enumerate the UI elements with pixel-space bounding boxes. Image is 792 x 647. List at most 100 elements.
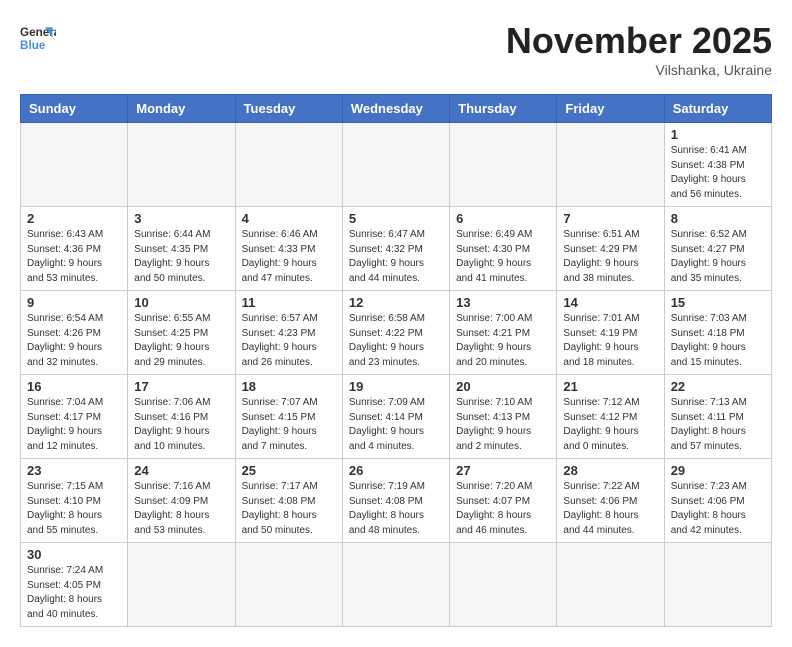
- calendar-cell: 12 Sunrise: 6:58 AM Sunset: 4:22 PM Dayli…: [342, 291, 449, 375]
- day-number: 25: [242, 463, 336, 478]
- calendar-week-row: 2 Sunrise: 6:43 AM Sunset: 4:36 PM Daylig…: [21, 207, 772, 291]
- calendar-cell: 11 Sunrise: 6:57 AM Sunset: 4:23 PM Dayli…: [235, 291, 342, 375]
- day-info: Sunrise: 7:09 AM Sunset: 4:14 PM Dayligh…: [349, 396, 443, 454]
- logo-icon: General Blue: [20, 20, 56, 56]
- calendar-cell: [235, 543, 342, 627]
- day-number: 19: [349, 379, 443, 394]
- calendar-cell: 5 Sunrise: 6:47 AM Sunset: 4:32 PM Daylig…: [342, 207, 449, 291]
- day-info: Sunrise: 7:00 AM Sunset: 4:21 PM Dayligh…: [456, 312, 550, 370]
- calendar-cell: 18 Sunrise: 7:07 AM Sunset: 4:15 PM Dayli…: [235, 375, 342, 459]
- day-of-week-header: Thursday: [450, 95, 557, 123]
- page-header: General Blue November 2025 Vilshanka, Uk…: [20, 20, 772, 78]
- day-number: 15: [671, 295, 765, 310]
- calendar-cell: 9Sunrise: 6:54 AM Sunset: 4:26 PM Daylig…: [21, 291, 128, 375]
- calendar-week-row: 9Sunrise: 6:54 AM Sunset: 4:26 PM Daylig…: [21, 291, 772, 375]
- day-of-week-header: Saturday: [664, 95, 771, 123]
- day-info: Sunrise: 7:01 AM Sunset: 4:19 PM Dayligh…: [563, 312, 657, 370]
- day-number: 26: [349, 463, 443, 478]
- day-of-week-header: Sunday: [21, 95, 128, 123]
- day-info: Sunrise: 6:55 AM Sunset: 4:25 PM Dayligh…: [134, 312, 228, 370]
- day-info: Sunrise: 7:03 AM Sunset: 4:18 PM Dayligh…: [671, 312, 765, 370]
- day-info: Sunrise: 7:19 AM Sunset: 4:08 PM Dayligh…: [349, 480, 443, 538]
- day-info: Sunrise: 7:07 AM Sunset: 4:15 PM Dayligh…: [242, 396, 336, 454]
- day-info: Sunrise: 6:49 AM Sunset: 4:30 PM Dayligh…: [456, 228, 550, 286]
- day-number: 4: [242, 211, 336, 226]
- day-info: Sunrise: 6:51 AM Sunset: 4:29 PM Dayligh…: [563, 228, 657, 286]
- calendar-cell: 4 Sunrise: 6:46 AM Sunset: 4:33 PM Daylig…: [235, 207, 342, 291]
- calendar-cell: [342, 123, 449, 207]
- calendar-cell: 22 Sunrise: 7:13 AM Sunset: 4:11 PM Dayli…: [664, 375, 771, 459]
- day-info: Sunrise: 7:20 AM Sunset: 4:07 PM Dayligh…: [456, 480, 550, 538]
- day-info: Sunrise: 6:58 AM Sunset: 4:22 PM Dayligh…: [349, 312, 443, 370]
- day-number: 6: [456, 211, 550, 226]
- calendar-cell: 6 Sunrise: 6:49 AM Sunset: 4:30 PM Daylig…: [450, 207, 557, 291]
- day-of-week-header: Friday: [557, 95, 664, 123]
- calendar-cell: 23 Sunrise: 7:15 AM Sunset: 4:10 PM Dayli…: [21, 459, 128, 543]
- month-title: November 2025: [506, 20, 772, 62]
- day-info: Sunrise: 6:57 AM Sunset: 4:23 PM Dayligh…: [242, 312, 336, 370]
- calendar-cell: [128, 543, 235, 627]
- calendar-cell: 24 Sunrise: 7:16 AM Sunset: 4:09 PM Dayli…: [128, 459, 235, 543]
- calendar-table: SundayMondayTuesdayWednesdayThursdayFrid…: [20, 94, 772, 627]
- calendar-cell: 19 Sunrise: 7:09 AM Sunset: 4:14 PM Dayli…: [342, 375, 449, 459]
- day-number: 20: [456, 379, 550, 394]
- day-number: 3: [134, 211, 228, 226]
- calendar-cell: 27Sunrise: 7:20 AM Sunset: 4:07 PM Dayli…: [450, 459, 557, 543]
- calendar-cell: [342, 543, 449, 627]
- day-number: 9: [27, 295, 121, 310]
- calendar-cell: 14Sunrise: 7:01 AM Sunset: 4:19 PM Dayli…: [557, 291, 664, 375]
- day-number: 11: [242, 295, 336, 310]
- calendar-header-row: SundayMondayTuesdayWednesdayThursdayFrid…: [21, 95, 772, 123]
- day-number: 10: [134, 295, 228, 310]
- calendar-cell: 13 Sunrise: 7:00 AM Sunset: 4:21 PM Dayli…: [450, 291, 557, 375]
- day-info: Sunrise: 7:06 AM Sunset: 4:16 PM Dayligh…: [134, 396, 228, 454]
- day-of-week-header: Tuesday: [235, 95, 342, 123]
- subtitle: Vilshanka, Ukraine: [506, 62, 772, 78]
- day-number: 30: [27, 547, 121, 562]
- day-number: 12: [349, 295, 443, 310]
- calendar-cell: 2 Sunrise: 6:43 AM Sunset: 4:36 PM Daylig…: [21, 207, 128, 291]
- day-info: Sunrise: 7:24 AM Sunset: 4:05 PM Dayligh…: [27, 564, 121, 622]
- day-info: Sunrise: 6:47 AM Sunset: 4:32 PM Dayligh…: [349, 228, 443, 286]
- day-number: 8: [671, 211, 765, 226]
- day-of-week-header: Wednesday: [342, 95, 449, 123]
- calendar-week-row: 16Sunrise: 7:04 AM Sunset: 4:17 PM Dayli…: [21, 375, 772, 459]
- calendar-cell: 8 Sunrise: 6:52 AM Sunset: 4:27 PM Daylig…: [664, 207, 771, 291]
- day-number: 28: [563, 463, 657, 478]
- calendar-cell: 21Sunrise: 7:12 AM Sunset: 4:12 PM Dayli…: [557, 375, 664, 459]
- day-info: Sunrise: 7:12 AM Sunset: 4:12 PM Dayligh…: [563, 396, 657, 454]
- day-number: 22: [671, 379, 765, 394]
- calendar-cell: [235, 123, 342, 207]
- calendar-cell: 10 Sunrise: 6:55 AM Sunset: 4:25 PM Dayli…: [128, 291, 235, 375]
- calendar-cell: 16Sunrise: 7:04 AM Sunset: 4:17 PM Dayli…: [21, 375, 128, 459]
- calendar-cell: 15 Sunrise: 7:03 AM Sunset: 4:18 PM Dayli…: [664, 291, 771, 375]
- calendar-cell: [557, 123, 664, 207]
- day-info: Sunrise: 7:13 AM Sunset: 4:11 PM Dayligh…: [671, 396, 765, 454]
- day-info: Sunrise: 6:43 AM Sunset: 4:36 PM Dayligh…: [27, 228, 121, 286]
- calendar-week-row: 23 Sunrise: 7:15 AM Sunset: 4:10 PM Dayli…: [21, 459, 772, 543]
- day-info: Sunrise: 6:46 AM Sunset: 4:33 PM Dayligh…: [242, 228, 336, 286]
- day-number: 17: [134, 379, 228, 394]
- day-number: 13: [456, 295, 550, 310]
- day-info: Sunrise: 7:16 AM Sunset: 4:09 PM Dayligh…: [134, 480, 228, 538]
- svg-text:Blue: Blue: [20, 39, 46, 52]
- calendar-cell: 29Sunrise: 7:23 AM Sunset: 4:06 PM Dayli…: [664, 459, 771, 543]
- day-info: Sunrise: 7:10 AM Sunset: 4:13 PM Dayligh…: [456, 396, 550, 454]
- day-info: Sunrise: 6:52 AM Sunset: 4:27 PM Dayligh…: [671, 228, 765, 286]
- calendar-week-row: 1Sunrise: 6:41 AM Sunset: 4:38 PM Daylig…: [21, 123, 772, 207]
- day-number: 23: [27, 463, 121, 478]
- day-number: 5: [349, 211, 443, 226]
- day-info: Sunrise: 7:23 AM Sunset: 4:06 PM Dayligh…: [671, 480, 765, 538]
- day-number: 18: [242, 379, 336, 394]
- calendar-cell: [450, 123, 557, 207]
- logo: General Blue: [20, 20, 56, 56]
- calendar-week-row: 30 Sunrise: 7:24 AM Sunset: 4:05 PM Dayli…: [21, 543, 772, 627]
- day-info: Sunrise: 7:15 AM Sunset: 4:10 PM Dayligh…: [27, 480, 121, 538]
- day-number: 24: [134, 463, 228, 478]
- calendar-cell: 7Sunrise: 6:51 AM Sunset: 4:29 PM Daylig…: [557, 207, 664, 291]
- day-number: 16: [27, 379, 121, 394]
- calendar-cell: 26 Sunrise: 7:19 AM Sunset: 4:08 PM Dayli…: [342, 459, 449, 543]
- day-number: 2: [27, 211, 121, 226]
- calendar-cell: 28Sunrise: 7:22 AM Sunset: 4:06 PM Dayli…: [557, 459, 664, 543]
- calendar-cell: [128, 123, 235, 207]
